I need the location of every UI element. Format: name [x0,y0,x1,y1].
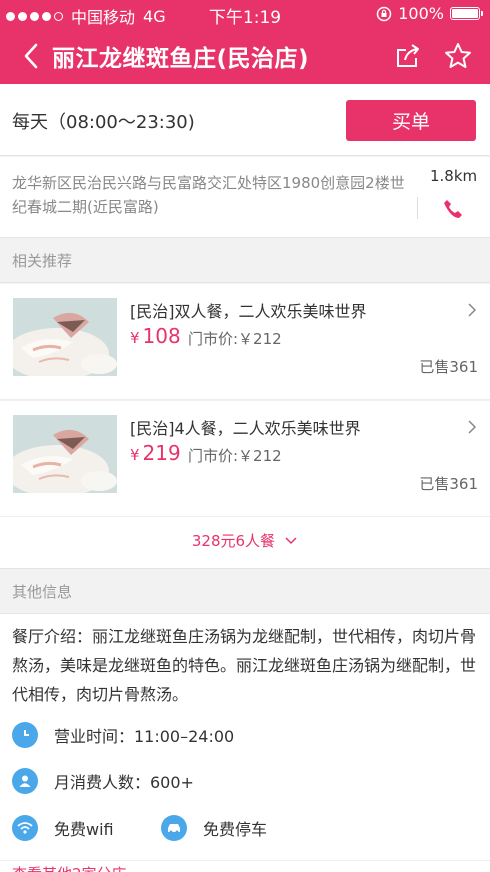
distance: 1.8km [430,167,478,185]
address-row[interactable]: 龙华新区民治民兴路与民富路交汇处特区1980创意园2楼世纪春城二期(近民富路) … [0,157,490,237]
deal-name: [民治]双人餐，二人欢乐美味世界 [130,302,367,321]
deal-price: ¥219 [130,441,181,465]
other-branches-link[interactable]: 查看其他2家分店 [0,860,490,872]
business-hours: 营业时间：11:00–24:00 [12,722,234,748]
sold-count: 已售361 [419,358,478,376]
monthly-visitors: 月消费人数：600+ [12,768,194,794]
deal-price: ¥108 [130,324,181,348]
section-title: 其他信息 [12,583,73,601]
address: 龙华新区民治民兴路与民富路交汇处特区1980创意园2楼世纪春城二期(近民富路) [12,174,405,216]
wifi-icon [12,815,38,841]
divider [417,197,418,219]
section-title: 相关推荐 [12,252,73,270]
battery-icon [450,7,483,20]
more-deals-button[interactable]: 328元6人餐 [0,517,490,568]
monthly-visitors-text: 月消费人数：600+ [54,773,194,792]
sold-count: 已售361 [419,475,478,493]
buy-button[interactable]: 买单 [346,100,476,141]
original-price: 门市价:￥212 [188,330,282,348]
chevron-down-icon [285,537,297,545]
parking-info: 免费停车 [161,815,267,841]
star-icon[interactable] [443,41,473,71]
page-title: 丽江龙继斑鱼庄(民治店) [52,46,310,72]
other-info: 餐厅介绍：丽江龙继斑鱼庄汤锅为龙继配制，世代相传，肉切片骨熬汤，美味是龙继斑鱼的… [0,614,490,872]
battery-percent: 100% [398,4,444,23]
car-icon [161,815,187,841]
clock-icon [12,722,38,748]
deal-name: [民治]4人餐，二人欢乐美味世界 [130,419,361,438]
chevron-right-icon [468,303,477,317]
share-icon[interactable] [394,42,422,70]
deal-item[interactable]: [民治]4人餐，二人欢乐美味世界 ¥219 门市价:￥212 已售361 [0,401,490,517]
deal-thumbnail [13,415,117,493]
phone-icon[interactable] [442,198,464,220]
other-info-header: 其他信息 [0,568,490,614]
rotation-lock-icon [377,6,392,21]
hours-row: 每天（08:00～23:30) 买单 [0,84,490,156]
user-icon [12,768,38,794]
deal-item[interactable]: [民治]双人餐，二人欢乐美味世界 ¥108 门市价:￥212 已售361 [0,284,490,400]
recommend-header: 相关推荐 [0,237,490,283]
status-bar: 中国移动 4G 下午1:19 100% [0,0,490,28]
business-hours-text: 营业时间：11:00–24:00 [54,727,235,746]
restaurant-intro: 餐厅介绍：丽江龙继斑鱼庄汤锅为龙继配制，世代相传，肉切片骨熬汤，美味是龙继斑鱼的… [12,627,477,704]
deal-thumbnail [13,298,117,376]
original-price: 门市价:￥212 [188,447,282,465]
wifi-text: 免费wifi [54,820,114,839]
chevron-right-icon [468,420,477,434]
more-deals-label: 328元6人餐 [191,532,276,550]
back-arrow-icon[interactable] [18,40,46,72]
parking-text: 免费停车 [203,820,268,839]
opening-hours: 每天（08:00～23:30) [12,112,195,133]
nav-bar: 丽江龙继斑鱼庄(民治店) [0,28,490,84]
wifi-info: 免费wifi [12,815,114,841]
